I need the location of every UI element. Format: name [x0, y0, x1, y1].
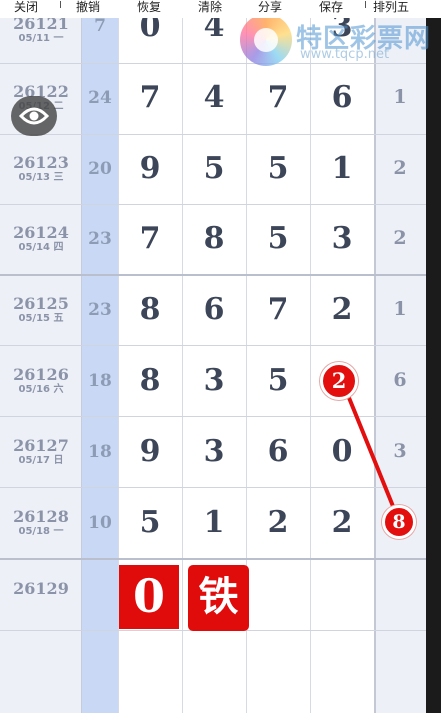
pick-digit-box[interactable]: 0 — [119, 565, 179, 629]
undo-button[interactable]: 撤销 — [76, 0, 100, 18]
visibility-toggle-button[interactable] — [11, 96, 57, 136]
toolbar-separator — [365, 1, 366, 8]
lottery-type-button[interactable]: 排列五 — [373, 0, 409, 18]
share-button[interactable]: 分享 — [258, 0, 282, 18]
pick-char-box[interactable]: 铁 — [188, 565, 249, 631]
top-toolbar: 关闭 撤销 恢复 清除 分享 保存 排列五 — [0, 0, 441, 18]
save-button[interactable]: 保存 — [319, 0, 343, 18]
toolbar-separator — [60, 1, 61, 8]
redo-button[interactable]: 恢复 — [137, 0, 161, 18]
marked-circle[interactable]: 8 — [382, 505, 416, 539]
marked-circle[interactable]: 2 — [320, 362, 358, 400]
eye-icon — [18, 107, 50, 125]
clear-button[interactable]: 清除 — [198, 0, 222, 18]
close-button[interactable]: 关闭 — [14, 0, 38, 18]
